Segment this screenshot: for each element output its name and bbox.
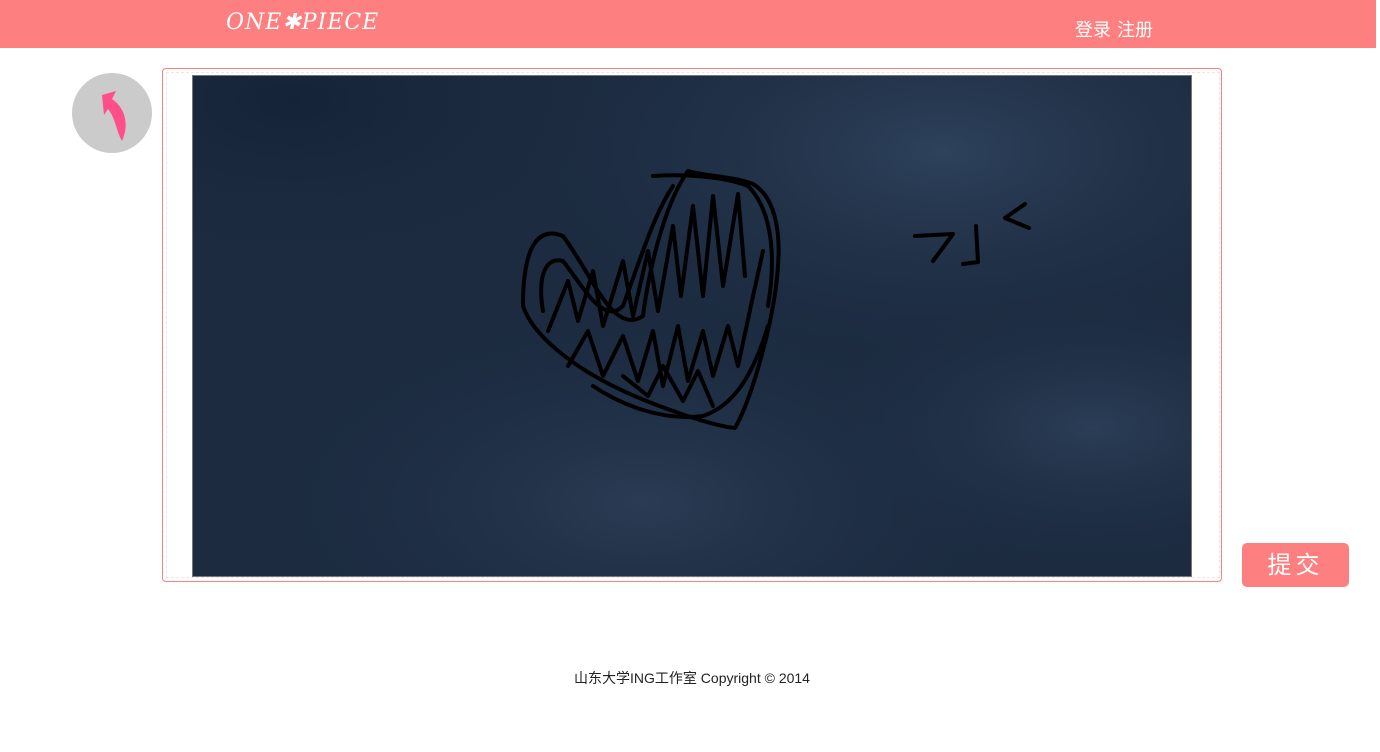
login-link[interactable]: 登录 [1075, 20, 1111, 41]
top-bar: ONE✱PIECE 登录 注册 [0, 0, 1376, 48]
register-link[interactable]: 注册 [1117, 20, 1153, 41]
back-button[interactable] [72, 73, 152, 153]
footer-copyright: 山东大学ING工作室 Copyright © 2014 [574, 670, 810, 686]
canvas-drawing [193, 76, 1191, 576]
submit-button[interactable]: 提交 [1242, 543, 1349, 587]
auth-links: 登录 注册 [1075, 19, 1153, 43]
back-arrow-icon [102, 91, 126, 141]
site-logo[interactable]: ONE✱PIECE [226, 9, 379, 37]
drawing-canvas[interactable] [192, 75, 1192, 577]
